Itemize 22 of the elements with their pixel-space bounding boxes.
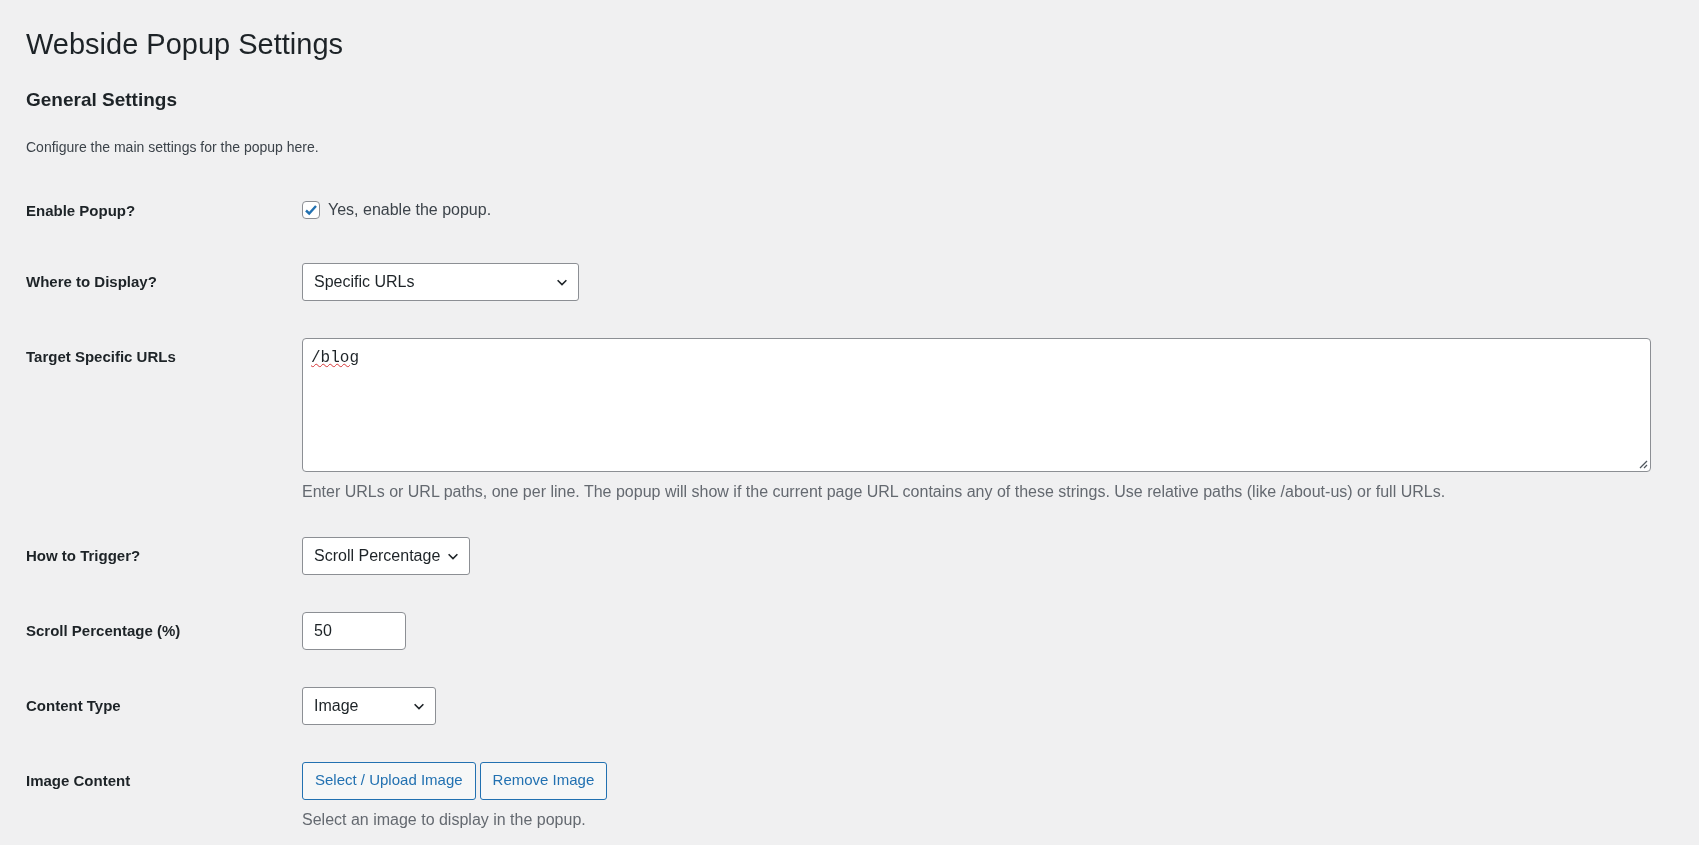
section-title: General Settings bbox=[26, 88, 178, 112]
help-text: Select an image to display in the popup. bbox=[302, 809, 587, 830]
image-button[interactable]: Select / Upload Image bbox=[302, 761, 476, 800]
checkbox-label: Yes, enable the popup. bbox=[328, 199, 492, 220]
field-label: Where to Display? bbox=[26, 271, 158, 292]
section-description: Configure the main settings for the popup here. bbox=[26, 137, 320, 157]
resize-handle-icon[interactable] bbox=[1639, 459, 1648, 469]
checkbox[interactable] bbox=[302, 200, 320, 219]
dropdown[interactable]: Scroll Percentage bbox=[302, 536, 471, 575]
field-label: Target Specific URLs bbox=[26, 346, 177, 367]
url-textarea[interactable]: /blog bbox=[302, 337, 1651, 472]
field-label: Scroll Percentage (%) bbox=[26, 620, 182, 641]
dropdown[interactable]: Specific URLs bbox=[302, 262, 579, 301]
field-label: Image Content bbox=[26, 770, 132, 791]
page-title: Webside Popup Settings bbox=[26, 27, 345, 62]
image-button[interactable]: Remove Image bbox=[479, 761, 608, 800]
field-label: Enable Popup? bbox=[26, 200, 137, 221]
field-label: Content Type bbox=[26, 695, 122, 716]
number-field[interactable]: 50 bbox=[302, 611, 406, 650]
field-label: How to Trigger? bbox=[26, 545, 142, 566]
help-text: Enter URLs or URL paths, one per line. The popup will show if the current page URL contains any of these strings. Use relative paths (like /about-us) or full URLs. bbox=[302, 481, 1447, 502]
dropdown[interactable]: Image bbox=[302, 686, 436, 725]
